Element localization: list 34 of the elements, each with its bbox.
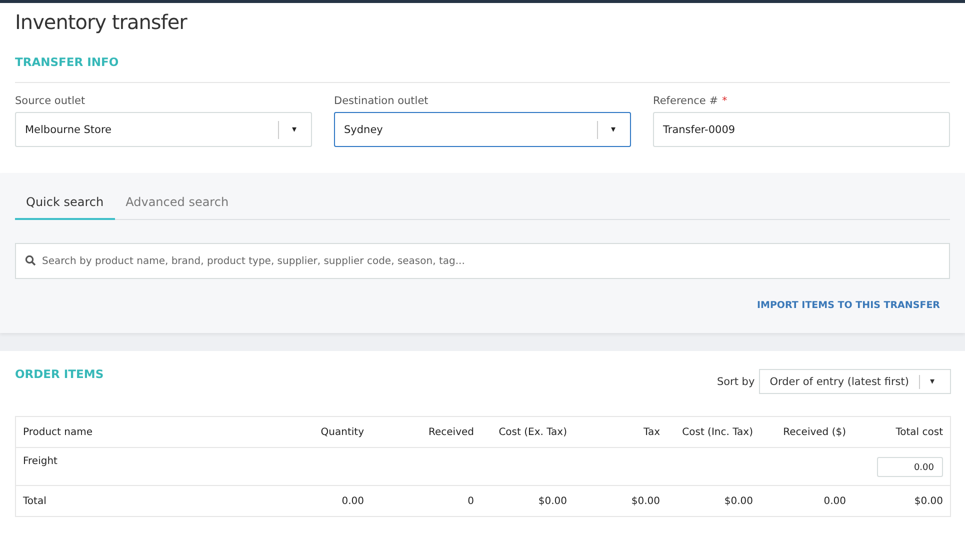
page-title: Inventory transfer: [15, 9, 188, 35]
table-cell: Freight: [23, 456, 58, 467]
column-header: Received: [428, 426, 474, 438]
column-header: Quantity: [320, 426, 364, 438]
table-cell: $0.00: [724, 496, 753, 506]
sort-label: Sort by: [716, 376, 755, 388]
column-header: Tax: [644, 426, 660, 438]
section-heading: TRANSFER INFO: [15, 55, 120, 69]
outlet-dropdown[interactable]: Melbourne Store ▾: [15, 112, 312, 147]
table-cell: 0.00: [342, 496, 364, 506]
column-header: Received ($): [783, 426, 846, 438]
search-field[interactable]: Search by product name, brand, product type, supplier, supplier code, season, tag...: [15, 243, 950, 279]
column-header: Cost (Ex. Tax): [498, 426, 567, 438]
import-link[interactable]: IMPORT ITEMS TO THIS TRANSFER: [756, 300, 940, 311]
table-cell: $0.00: [631, 496, 660, 506]
section-heading: ORDER ITEMS: [15, 367, 104, 381]
field-label: Source outlet: [15, 95, 86, 107]
search-tab[interactable]: Quick search: [15, 189, 115, 220]
column-header: Cost (Inc. Tax): [682, 426, 753, 438]
required-mark: *: [722, 95, 728, 107]
table-cell: 0: [468, 496, 474, 506]
table-cell: 0.00: [824, 496, 846, 506]
sort-dropdown[interactable]: Order of entry (latest first) ▾: [758, 369, 951, 394]
field-label: Reference #: [653, 95, 718, 107]
outlet-dropdown[interactable]: Sydney ▾: [334, 112, 631, 147]
column-header: Product name: [23, 426, 93, 438]
table-cell: $0.00: [914, 496, 943, 506]
column-header: Total cost: [896, 426, 943, 438]
table-cell: Total: [23, 496, 46, 506]
search-tab[interactable]: Advanced search: [114, 189, 240, 219]
reference-field[interactable]: Transfer-0009: [653, 112, 950, 147]
table-cell: $0.00: [538, 496, 567, 506]
freight-cost-field[interactable]: 0.00: [877, 456, 943, 476]
field-label: Destination outlet: [334, 95, 428, 107]
